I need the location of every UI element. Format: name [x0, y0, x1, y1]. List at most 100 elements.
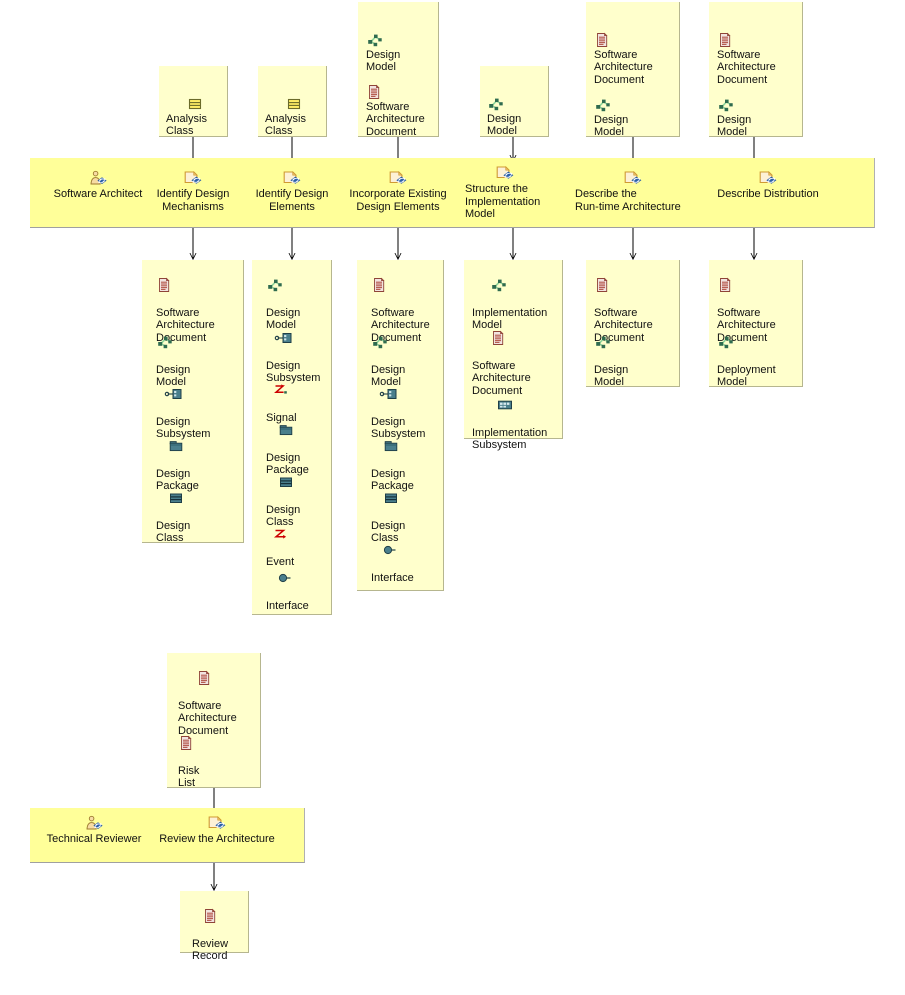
role-label: Technical Reviewer	[46, 833, 142, 845]
task-icon	[623, 170, 643, 187]
task-icon	[495, 165, 515, 182]
signal-icon	[272, 382, 332, 398]
swimlane-technical-reviewer: Technical Reviewer Review the Architectu…	[30, 808, 305, 863]
model-icon	[156, 334, 240, 350]
role-label: Software Architect	[53, 188, 143, 200]
artifact-design-model[interactable]: Design Model	[594, 72, 676, 151]
input-box-structure-the-implementation-model: Design Model	[480, 66, 549, 137]
task-icon	[758, 170, 778, 187]
output-box-describe-distribution: Software Architecture Document Deploymen…	[709, 260, 803, 388]
interface-icon	[276, 570, 332, 586]
document-icon	[156, 277, 240, 293]
subsystem-icon	[379, 386, 443, 402]
artifact-design-model[interactable]: Design Model	[487, 71, 547, 150]
artifact-design-model[interactable]: Design Model	[717, 72, 799, 151]
artifact-label: Interface	[266, 599, 309, 612]
model-icon	[717, 84, 799, 100]
task-icon	[207, 815, 227, 832]
document-icon	[594, 19, 676, 35]
task-structure-the-implementation-model[interactable]: Structure the Implementation Model	[465, 165, 561, 221]
artifact-label: Deployment Model	[717, 363, 776, 389]
role-icon	[84, 815, 104, 832]
artifact-software-architecture-document[interactable]: Software Architecture Document	[366, 59, 436, 150]
artifact-label: Implementation Subsystem	[472, 426, 548, 452]
input-box-identify-design-elements: Analysis Class	[258, 66, 327, 137]
document-icon	[594, 277, 676, 293]
document-icon	[202, 908, 248, 924]
interface-icon	[381, 542, 443, 558]
task-identify-design-elements[interactable]: Identify Design Elements	[242, 170, 342, 213]
model-icon	[490, 277, 562, 293]
class-icon	[168, 490, 240, 506]
model-icon	[594, 84, 676, 100]
task-label: Incorporate Existing Design Elements	[349, 188, 447, 213]
class-icon	[383, 490, 443, 506]
impl-subsystem-icon	[496, 397, 562, 413]
artifact-review-record[interactable]: Review Record	[192, 896, 248, 975]
model-icon	[717, 334, 799, 350]
output-box-describe-the-run-time-architecture: Software Architecture Document Design Mo…	[586, 260, 680, 388]
subsystem-icon	[274, 330, 332, 346]
class-icon	[278, 474, 332, 490]
package-icon	[383, 438, 443, 454]
output-box-identify-design-elements: Design Model Design Subsystem Signal Des…	[252, 260, 332, 615]
task-label: Describe Distribution	[717, 188, 819, 200]
artifact-deployment-model[interactable]: Deployment Model	[717, 322, 799, 401]
artifact-analysis-class[interactable]: Analysis Class	[166, 71, 224, 150]
activity-diagram-canvas: Analysis Class Analysis Class Design Mod…	[0, 0, 905, 995]
document-icon	[717, 19, 799, 35]
output-box-structure-the-implementation-model: Implementation Model Software Architectu…	[464, 260, 563, 451]
artifact-label: Design Model	[594, 363, 629, 389]
model-icon	[487, 83, 547, 99]
task-review-the-architecture[interactable]: Review the Architecture	[152, 815, 282, 846]
input-box-incorporate-existing-design-elements: Design Model Software Architecture Docum…	[358, 2, 439, 138]
artifact-interface[interactable]: Interface	[371, 530, 443, 597]
output-box-review-the-architecture: Review Record	[180, 891, 249, 962]
input-box-review-the-architecture: Software Architecture Document Risk List	[167, 653, 261, 789]
analysis-class-icon	[265, 83, 323, 99]
input-box-describe-the-run-time-architecture: Software Architecture Document Design Mo…	[586, 2, 680, 138]
package-icon	[168, 438, 240, 454]
input-box-identify-design-mechanisms: Analysis Class	[159, 66, 228, 137]
document-icon	[196, 670, 258, 686]
output-box-incorporate-existing-design-elements: Software Architecture Document Design Mo…	[357, 260, 444, 591]
task-label: Identify Design Mechanisms	[156, 188, 230, 213]
artifact-label: Review Record	[192, 937, 229, 963]
task-label: Identify Design Elements	[255, 188, 329, 213]
task-identify-design-mechanisms[interactable]: Identify Design Mechanisms	[143, 170, 243, 213]
artifact-label: Risk List	[178, 764, 200, 790]
output-box-identify-design-mechanisms: Software Architecture Document Design Mo…	[142, 260, 244, 544]
model-icon	[366, 19, 436, 35]
role-software-architect[interactable]: Software Architect	[38, 170, 158, 201]
document-icon	[717, 277, 799, 293]
swimlane-software-architect: Software Architect Identify Design Mecha…	[30, 158, 875, 228]
task-icon	[183, 170, 203, 187]
artifact-analysis-class[interactable]: Analysis Class	[265, 71, 323, 150]
artifact-interface[interactable]: Interface	[266, 558, 332, 625]
document-icon	[371, 277, 443, 293]
task-describe-distribution[interactable]: Describe Distribution	[703, 170, 833, 201]
document-icon	[366, 71, 436, 87]
subsystem-icon	[164, 386, 240, 402]
task-incorporate-existing-design-elements[interactable]: Incorporate Existing Design Elements	[340, 170, 456, 213]
role-technical-reviewer[interactable]: Technical Reviewer	[34, 815, 154, 846]
task-label: Describe the Run-time Architecture	[575, 188, 681, 213]
artifact-label: Interface	[371, 571, 414, 584]
package-icon	[278, 422, 332, 438]
model-icon	[266, 277, 332, 293]
analysis-class-icon	[166, 83, 224, 99]
model-icon	[594, 334, 676, 350]
artifact-risk-list[interactable]: Risk List	[178, 723, 258, 802]
model-icon	[371, 334, 443, 350]
task-label: Review the Architecture	[159, 833, 275, 845]
role-icon	[88, 170, 108, 187]
artifact-design-class[interactable]: Design Class	[156, 478, 240, 557]
event-icon	[272, 526, 332, 542]
input-box-describe-distribution: Software Architecture Document Design Mo…	[709, 2, 803, 138]
document-icon	[490, 330, 562, 346]
artifact-label: Design Class	[156, 519, 191, 545]
task-describe-the-run-time-architecture[interactable]: Describe the Run-time Architecture	[575, 170, 709, 213]
document-icon	[178, 735, 258, 751]
artifact-implementation-subsystem[interactable]: Implementation Subsystem	[472, 385, 562, 464]
artifact-design-model[interactable]: Design Model	[594, 322, 676, 401]
